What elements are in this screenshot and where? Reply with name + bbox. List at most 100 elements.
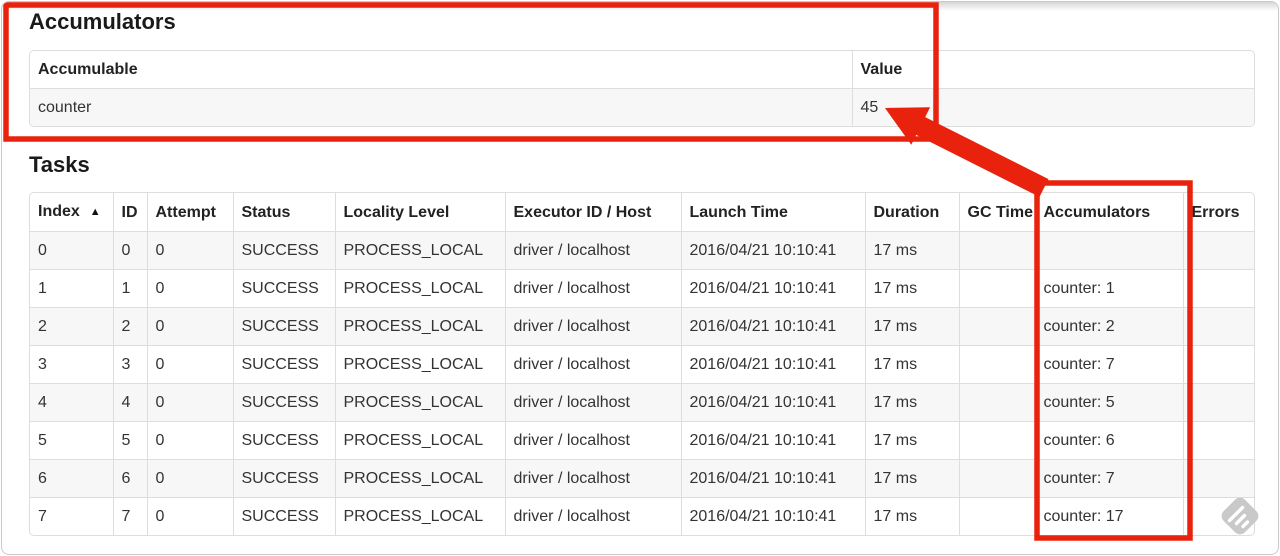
table-cell (958, 231, 1035, 270)
table-cell: 17 ms (864, 383, 959, 422)
column-header-index-label: Index (38, 203, 80, 220)
table-cell: driver / localhost (504, 307, 681, 346)
table-cell: 0 (146, 307, 233, 346)
table-cell: 2016/04/21 10:10:41 (680, 307, 865, 346)
table-cell (1182, 269, 1254, 308)
table-cell: 17 ms (864, 497, 959, 535)
column-header-accumulators[interactable]: Accumulators (1034, 193, 1183, 232)
column-header-launch-time[interactable]: Launch Time (680, 193, 865, 232)
table-cell (1034, 231, 1183, 270)
table-cell (1182, 307, 1254, 346)
tasks-table: Index ▲ ID Attempt Status Locality Level … (29, 192, 1255, 536)
table-cell: driver / localhost (504, 345, 681, 384)
table-cell: 2016/04/21 10:10:41 (680, 497, 865, 535)
table-cell: 4 (112, 383, 147, 422)
table-cell: 17 ms (864, 421, 959, 460)
table-cell: counter: 1 (1034, 269, 1183, 308)
table-cell: 17 ms (864, 307, 959, 346)
table-cell: 17 ms (864, 345, 959, 384)
table-cell: driver / localhost (504, 421, 681, 460)
table-cell: 2016/04/21 10:10:41 (680, 421, 865, 460)
table-cell: SUCCESS (232, 269, 335, 308)
table-cell: 0 (146, 269, 233, 308)
table-cell: driver / localhost (504, 231, 681, 270)
table-row: counter 45 (30, 88, 1254, 126)
table-cell: SUCCESS (232, 231, 335, 270)
table-cell (1182, 383, 1254, 422)
table-cell: 7 (30, 497, 113, 535)
page-frame: Accumulators Accumulable Value counter 4… (1, 1, 1279, 555)
column-header-attempt[interactable]: Attempt (146, 193, 233, 232)
table-cell: SUCCESS (232, 383, 335, 422)
table-cell: PROCESS_LOCAL (334, 383, 505, 422)
table-row: 4 4 0 SUCCESS PROCESS_LOCAL driver / localhos… (30, 383, 1254, 422)
table-cell: 0 (146, 383, 233, 422)
column-header-errors[interactable]: Errors (1182, 193, 1254, 232)
table-cell (1182, 345, 1254, 384)
table-cell: 2016/04/21 10:10:41 (680, 231, 865, 270)
table-cell: 5 (112, 421, 147, 460)
table-cell: 2016/04/21 10:10:41 (680, 269, 865, 308)
column-header-status[interactable]: Status (232, 193, 335, 232)
table-cell: 17 ms (864, 459, 959, 498)
table-cell: SUCCESS (232, 497, 335, 535)
table-cell: driver / localhost (504, 383, 681, 422)
table-cell (1182, 459, 1254, 498)
table-cell: driver / localhost (504, 497, 681, 535)
table-cell: counter: 7 (1034, 345, 1183, 384)
accumulators-heading: Accumulators (29, 9, 176, 34)
column-header-locality-level[interactable]: Locality Level (334, 193, 505, 232)
table-cell: SUCCESS (232, 345, 335, 384)
table-cell: 0 (112, 231, 147, 270)
table-cell: 0 (146, 459, 233, 498)
table-cell: 17 ms (864, 231, 959, 270)
table-header-row: Index ▲ ID Attempt Status Locality Level … (30, 193, 1254, 232)
column-header-executor-id-host[interactable]: Executor ID / Host (504, 193, 681, 232)
table-cell: 1 (112, 269, 147, 308)
table-cell: counter: 6 (1034, 421, 1183, 460)
table-cell: counter: 7 (1034, 459, 1183, 498)
table-cell: 0 (146, 231, 233, 270)
table-row: 7 7 0 SUCCESS PROCESS_LOCAL driver / localhos… (30, 497, 1254, 535)
table-cell (1182, 497, 1254, 535)
tasks-table-body: 0 0 0 SUCCESS PROCESS_LOCAL driver / localhos… (30, 231, 1254, 535)
table-cell: 0 (146, 345, 233, 384)
table-row: 2 2 0 SUCCESS PROCESS_LOCAL driver / localhos… (30, 307, 1254, 346)
table-cell (1182, 231, 1254, 270)
column-header-duration[interactable]: Duration (864, 193, 959, 232)
table-row: 0 0 0 SUCCESS PROCESS_LOCAL driver / localhos… (30, 231, 1254, 270)
column-header-accumulable[interactable]: Accumulable (30, 51, 852, 89)
table-cell: 4 (30, 383, 113, 422)
table-cell: PROCESS_LOCAL (334, 345, 505, 384)
column-header-index[interactable]: Index ▲ (30, 193, 113, 232)
table-cell: PROCESS_LOCAL (334, 231, 505, 270)
tasks-heading: Tasks (29, 152, 90, 177)
table-cell: 6 (30, 459, 113, 498)
table-cell: 1 (30, 269, 113, 308)
table-row: 3 3 0 SUCCESS PROCESS_LOCAL driver / localhos… (30, 345, 1254, 384)
accumulable-value-cell: 45 (851, 88, 1254, 126)
table-cell: PROCESS_LOCAL (334, 421, 505, 460)
column-header-id[interactable]: ID (112, 193, 147, 232)
table-cell: PROCESS_LOCAL (334, 459, 505, 498)
table-row: 1 1 0 SUCCESS PROCESS_LOCAL driver / localhos… (30, 269, 1254, 308)
table-cell: counter: 2 (1034, 307, 1183, 346)
table-cell: 2 (30, 307, 113, 346)
table-cell (958, 421, 1035, 460)
table-cell: 3 (112, 345, 147, 384)
table-cell: 5 (30, 421, 113, 460)
table-cell: PROCESS_LOCAL (334, 269, 505, 308)
table-cell: 7 (112, 497, 147, 535)
table-cell (958, 383, 1035, 422)
table-cell: driver / localhost (504, 459, 681, 498)
table-cell: SUCCESS (232, 421, 335, 460)
table-cell: counter: 17 (1034, 497, 1183, 535)
table-row: 5 5 0 SUCCESS PROCESS_LOCAL driver / localhos… (30, 421, 1254, 460)
column-header-gc-time[interactable]: GC Time (958, 193, 1035, 232)
column-header-value[interactable]: Value (851, 51, 1254, 89)
table-cell: 0 (146, 497, 233, 535)
table-cell: counter: 5 (1034, 383, 1183, 422)
table-cell: PROCESS_LOCAL (334, 497, 505, 535)
table-row: 6 6 0 SUCCESS PROCESS_LOCAL driver / localhos… (30, 459, 1254, 498)
table-cell (958, 497, 1035, 535)
